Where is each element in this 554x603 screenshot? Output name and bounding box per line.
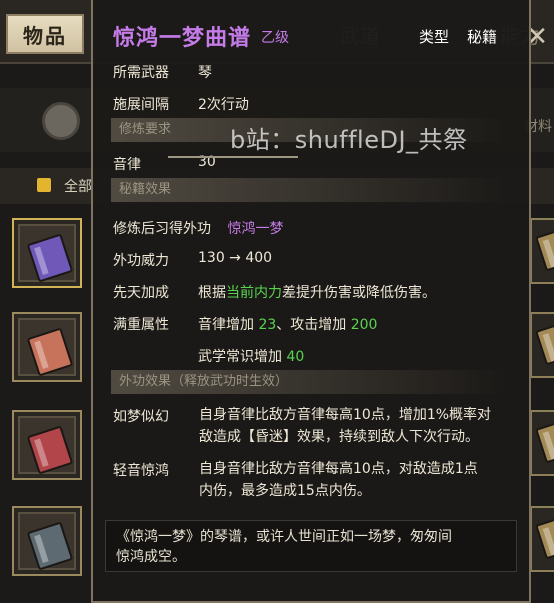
item-type-value: 秘籍	[467, 28, 498, 46]
item-tooltip: 惊鸿一梦曲谱 乙级 类型 秘籍 所需武器 琴 施展间隔 2次行动 修炼要求 音律…	[91, 0, 531, 603]
inventory-slot[interactable]	[530, 312, 554, 378]
tab-items[interactable]: 物品	[6, 14, 84, 54]
effect2-name: 轻音惊鸿	[113, 463, 169, 479]
full-bonus-knowledge-label: 武学常识增加	[198, 349, 287, 365]
category-icon[interactable]	[42, 102, 80, 140]
effect1-line2: 敌造成【昏迷】效果，持续到敌人下次行动。	[199, 429, 479, 445]
item-grade: 乙级	[261, 30, 289, 46]
book-icon	[535, 322, 554, 366]
book-icon	[26, 327, 74, 377]
item-title: 惊鸿一梦曲谱	[113, 26, 252, 51]
innate-bonus-label: 先天加成	[113, 285, 169, 301]
effect1-line1: 自身音律比敌方音律每高10点，增加1%概率对	[199, 407, 492, 423]
learn-skill-row: 修炼后习得外功 惊鸿一梦	[113, 218, 283, 238]
book-icon	[535, 228, 554, 272]
book-icon	[535, 516, 554, 560]
innate-highlight: 当前内力	[226, 285, 282, 301]
effect1-name: 如梦似幻	[113, 409, 169, 425]
watermark: b站：shuffleDJ_共祭	[230, 126, 468, 154]
book-icon	[535, 420, 554, 464]
inventory-slot[interactable]	[12, 218, 82, 288]
cast-interval-row: 施展间隔 2次行动	[113, 94, 249, 114]
inventory-slot[interactable]	[12, 312, 82, 382]
cast-interval-value: 2次行动	[198, 97, 249, 113]
full-bonus-row: 满重属性 音律增加 23、攻击增加 200	[113, 314, 377, 334]
full-bonus-label: 满重属性	[113, 317, 169, 333]
book-icon	[26, 425, 74, 475]
full-bonus-line1: 音律增加 23、攻击增加 200	[198, 314, 377, 334]
book-icon	[26, 233, 74, 283]
required-weapon-value: 琴	[198, 65, 212, 81]
music-requirement-bar	[168, 156, 298, 158]
learn-skill-label: 修炼后习得外功	[113, 221, 211, 237]
book-icon	[26, 521, 74, 571]
innate-bonus-value: 根据当前内力差提升伤害或降低伤害。	[198, 282, 436, 302]
power-label: 外功威力	[113, 253, 169, 269]
effect1-desc: 自身音律比敌方音律每高10点，增加1%概率对 敌造成【昏迷】效果，持续到敌人下次…	[199, 404, 491, 448]
flavor-text: 《惊鸿一梦》的琴谱，或许人世间正如一场梦，匆匆间 惊鸿成空。	[105, 520, 517, 572]
innate-post: 差提升伤害或降低伤害。	[282, 285, 436, 301]
filter-all-label[interactable]: 全部	[64, 176, 92, 196]
required-weapon-row: 所需武器 琴	[113, 62, 212, 82]
section-effects: 秘籍效果	[111, 178, 507, 202]
cast-interval-label: 施展间隔	[113, 97, 169, 113]
full-bonus-attack-label: 、攻击增加	[276, 317, 351, 333]
power-value: 130 → 400	[198, 250, 273, 266]
section-skill-effects: 外功效果（释放武功时生效）	[111, 370, 507, 394]
power-row: 外功威力 130 → 400	[113, 250, 272, 270]
inventory-slot[interactable]	[530, 410, 554, 476]
effect2-line2: 内伤，最多造成15点内伤。	[199, 483, 371, 499]
full-bonus-attack-value: 200	[350, 317, 378, 333]
inventory-slot[interactable]	[12, 410, 82, 480]
effect2-desc: 自身音律比敌方音律每高10点，对敌造成1点 内伤，最多造成15点内伤。	[199, 458, 478, 502]
full-bonus-music-label: 音律增加	[198, 317, 259, 333]
item-type-label: 类型	[419, 28, 450, 46]
inventory-slot[interactable]	[530, 218, 554, 284]
required-weapon-label: 所需武器	[113, 65, 169, 81]
flavor-line2: 惊鸿成空。	[116, 549, 186, 565]
full-bonus-row-2: 武学常识增加 40	[113, 346, 304, 365]
flavor-line1: 《惊鸿一梦》的琴谱，或许人世间正如一场梦，匆匆间	[116, 529, 452, 545]
inventory-slot[interactable]	[530, 506, 554, 572]
learn-skill-value: 惊鸿一梦	[227, 221, 284, 237]
innate-pre: 根据	[198, 285, 226, 301]
innate-bonus-row: 先天加成 根据当前内力差提升伤害或降低伤害。	[113, 282, 436, 302]
full-bonus-music-value: 23	[258, 317, 277, 333]
full-bonus-line2: 武学常识增加 40	[198, 346, 304, 366]
effect2-line1: 自身音律比敌方音律每高10点，对敌造成1点	[199, 461, 478, 477]
full-bonus-knowledge-value: 40	[286, 349, 305, 365]
inventory-slot[interactable]	[12, 506, 82, 576]
filter-checkbox[interactable]	[37, 178, 51, 192]
